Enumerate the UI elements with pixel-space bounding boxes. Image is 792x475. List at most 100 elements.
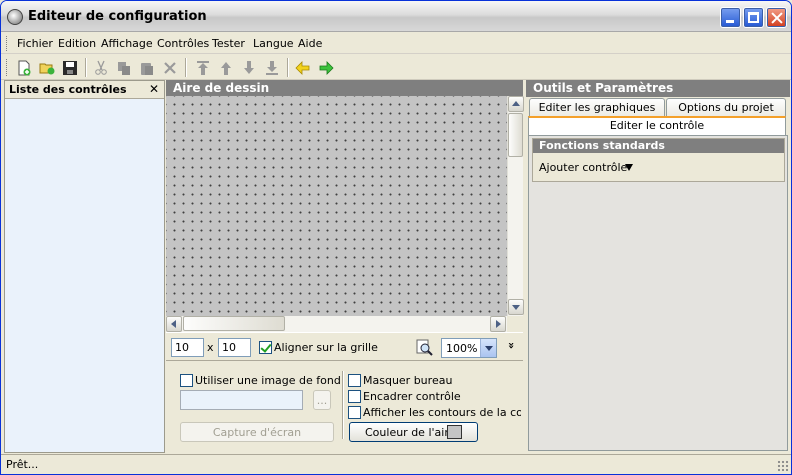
move-down-button[interactable]: [239, 58, 259, 77]
window-title: Editeur de configuration: [28, 9, 207, 24]
move-down-icon: [244, 61, 254, 74]
hide-desktop-checkbox[interactable]: [348, 374, 361, 387]
drawing-canvas[interactable]: [166, 96, 507, 316]
chevron-up-icon: [512, 101, 520, 106]
copy-button[interactable]: [114, 58, 134, 77]
screen-capture-button[interactable]: Capture d'écran: [180, 422, 334, 442]
snap-to-grid-checkbox[interactable]: [259, 341, 272, 354]
grid-x-input[interactable]: 10: [171, 338, 204, 357]
expand-icon[interactable]: »: [505, 342, 518, 349]
tools-settings-panel: Outils et Paramètres Editer les graphiqu…: [526, 80, 790, 453]
arrow-left-icon: [295, 61, 310, 75]
paste-button[interactable]: [137, 58, 157, 77]
use-background-image-checkbox[interactable]: [180, 374, 193, 387]
zoom-dropdown-button[interactable]: [480, 339, 496, 357]
menu-fichier[interactable]: Fichier: [17, 37, 53, 50]
show-outline-checkbox[interactable]: [348, 406, 361, 419]
vertical-scrollbar[interactable]: [507, 96, 524, 316]
menu-edition[interactable]: Edition: [58, 37, 96, 50]
area-color-button[interactable]: Couleur de l'aire: [349, 422, 478, 442]
add-control-link[interactable]: Ajouter contrôle: [539, 161, 627, 174]
menu-controles[interactable]: Contrôles: [157, 37, 209, 50]
chevron-down-icon: [512, 305, 520, 310]
area-color-label: Couleur de l'aire: [365, 426, 456, 439]
vertical-scroll-thumb[interactable]: [508, 113, 523, 157]
drawing-area-panel: Aire de dessin 10 x 10 Aligner sur la gr…: [166, 80, 524, 453]
show-outline-label: Afficher les contours de la config: [363, 406, 521, 419]
tab-edit-graphics[interactable]: Editer les graphiques: [529, 98, 665, 116]
grid-y-input[interactable]: 10: [218, 338, 251, 357]
arrow-right-icon: [319, 61, 334, 75]
zoom-magnifier-icon: [416, 339, 433, 356]
dropdown-triangle-icon[interactable]: [625, 164, 633, 171]
delete-button[interactable]: [160, 58, 180, 77]
menu-langue[interactable]: Langue: [253, 37, 294, 50]
browse-button[interactable]: ...: [313, 390, 331, 410]
menu-bar: Fichier Edition Affichage Contrôles Test…: [1, 33, 791, 54]
horizontal-scroll-thumb[interactable]: [183, 316, 285, 331]
app-icon[interactable]: [7, 9, 23, 25]
move-up-icon: [221, 62, 231, 75]
move-bottom-button[interactable]: [262, 58, 282, 77]
move-top-button[interactable]: [193, 58, 213, 77]
grid-zoom-bar: 10 x 10 Aligner sur la grille 100% »: [166, 332, 523, 361]
menu-affichage[interactable]: Affichage: [101, 37, 153, 50]
controls-list-panel[interactable]: Liste des contrôles ✕: [4, 80, 165, 453]
arrow-left-button[interactable]: [293, 58, 313, 77]
zoom-value: 100%: [446, 342, 478, 355]
grid-times-label: x: [207, 341, 214, 354]
save-icon: [63, 61, 77, 75]
chevron-right-icon: [496, 320, 501, 328]
snap-to-grid-label: Aligner sur la grille: [274, 341, 378, 354]
standard-functions-section: Fonctions standards Ajouter contrôle: [532, 138, 785, 182]
resize-grip-icon[interactable]: [777, 460, 789, 472]
horizontal-scrollbar[interactable]: [166, 316, 507, 332]
app-window: Editeur de configuration Fichier Edition…: [0, 0, 792, 475]
tools-settings-title: Outils et Paramètres: [526, 80, 790, 97]
tab-project-options[interactable]: Options du projet: [666, 98, 786, 116]
move-up-button[interactable]: [216, 58, 236, 77]
standard-functions-title: Fonctions standards: [533, 139, 784, 153]
tab-edit-control[interactable]: Editer le contrôle: [528, 116, 786, 136]
delete-icon: [164, 62, 176, 74]
arrow-right-button[interactable]: [316, 58, 336, 77]
scroll-left-button[interactable]: [166, 316, 182, 332]
minimize-button[interactable]: [720, 7, 741, 28]
cut-button[interactable]: [91, 58, 111, 77]
zoom-select[interactable]: 100%: [441, 338, 497, 358]
drawing-area-title: Aire de dessin: [166, 80, 523, 96]
chevron-left-icon: [171, 320, 176, 328]
toolbar: [1, 55, 791, 80]
edit-control-content: Fonctions standards Ajouter contrôle: [528, 135, 788, 451]
chevron-down-icon: [485, 346, 493, 351]
menu-tester[interactable]: Tester: [212, 37, 245, 50]
copy-icon: [118, 62, 130, 75]
hide-desktop-label: Masquer bureau: [363, 374, 453, 387]
move-bottom-icon: [266, 61, 278, 75]
toolbar-grip[interactable]: [6, 59, 9, 76]
scroll-right-button[interactable]: [490, 316, 506, 332]
open-folder-icon: [39, 63, 55, 75]
new-file-icon: [18, 60, 31, 76]
frame-control-checkbox[interactable]: [348, 390, 361, 403]
new-button[interactable]: [14, 58, 34, 77]
minimize-icon: [726, 20, 734, 23]
controls-list-header: Liste des contrôles ✕: [5, 81, 164, 99]
move-top-icon: [197, 61, 209, 75]
scroll-down-button[interactable]: [508, 299, 524, 315]
menu-aide[interactable]: Aide: [298, 37, 322, 50]
zoom-button[interactable]: [416, 339, 434, 357]
status-text: Prêt...: [6, 458, 39, 471]
background-image-path-input[interactable]: [180, 390, 303, 410]
maximize-button[interactable]: [743, 7, 764, 28]
paste-icon: [141, 63, 153, 75]
open-button[interactable]: [37, 58, 57, 77]
save-button[interactable]: [60, 58, 80, 77]
menu-grip[interactable]: [6, 36, 9, 51]
close-panel-icon[interactable]: ✕: [149, 82, 159, 96]
title-bar[interactable]: Editeur de configuration: [1, 1, 791, 32]
close-button[interactable]: [766, 7, 787, 28]
drawing-options: Utiliser une image de fond ... Capture d…: [166, 362, 523, 453]
scroll-up-button[interactable]: [508, 96, 524, 112]
area-color-swatch: [447, 425, 462, 439]
